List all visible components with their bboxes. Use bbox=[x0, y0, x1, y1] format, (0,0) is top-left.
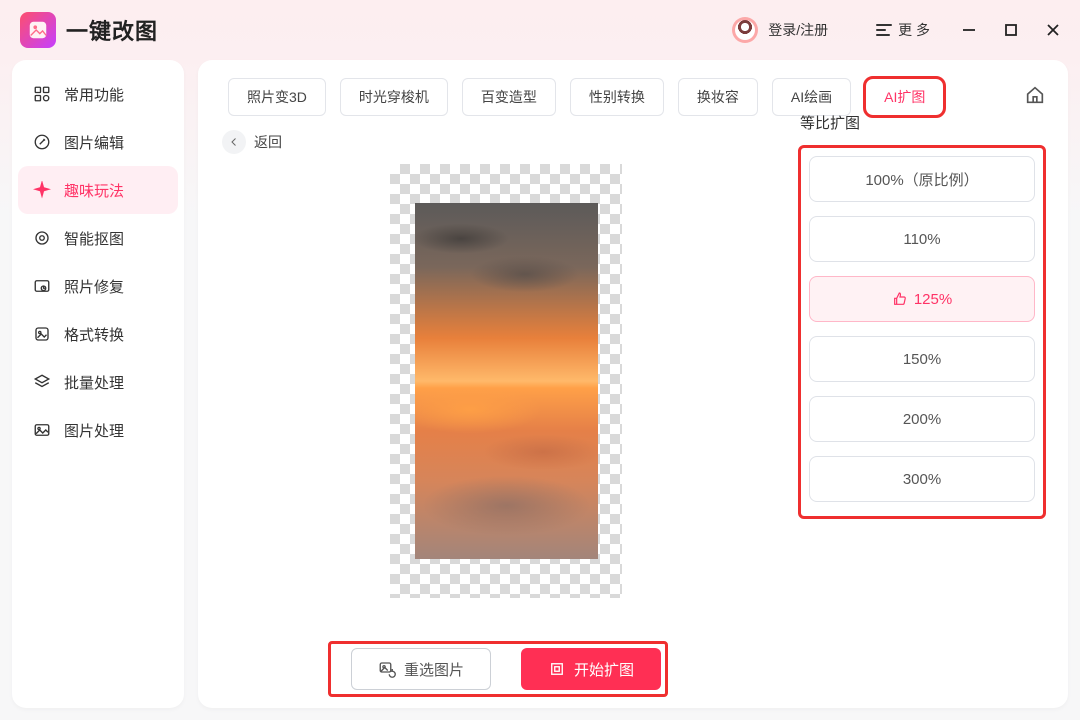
back-button[interactable] bbox=[222, 130, 246, 154]
home-icon bbox=[1024, 84, 1046, 106]
scale-option-label: 125% bbox=[914, 291, 952, 308]
maximize-icon bbox=[1004, 23, 1018, 37]
start-expand-button[interactable]: 开始扩图 bbox=[521, 648, 661, 690]
title-bar: 一键改图 登录/注册 更 多 bbox=[0, 0, 1080, 60]
image-icon bbox=[32, 421, 52, 439]
window-close-button[interactable] bbox=[1032, 10, 1074, 50]
sidebar-item-label: 批量处理 bbox=[64, 372, 124, 393]
target-icon bbox=[32, 229, 52, 247]
tab-photo3d[interactable]: 照片变3D bbox=[228, 78, 326, 116]
image-reload-icon bbox=[378, 660, 396, 678]
sidebar-item-batch[interactable]: 批量处理 bbox=[18, 358, 178, 406]
scale-option-125[interactable]: 125% bbox=[809, 276, 1035, 322]
sidebar-item-common[interactable]: 常用功能 bbox=[18, 70, 178, 118]
scale-option-300[interactable]: 300% bbox=[809, 456, 1035, 502]
scale-option-110[interactable]: 110% bbox=[809, 216, 1035, 262]
edit-icon bbox=[32, 133, 52, 151]
more-button[interactable]: 更 多 bbox=[868, 14, 938, 46]
layers-icon bbox=[32, 373, 52, 391]
convert-icon bbox=[32, 325, 52, 343]
sidebar-item-label: 图片处理 bbox=[64, 420, 124, 441]
thumbs-up-icon bbox=[892, 291, 908, 307]
sidebar-item-label: 常用功能 bbox=[64, 84, 124, 105]
menu-icon bbox=[876, 24, 892, 36]
grid-icon bbox=[32, 85, 52, 103]
expand-icon bbox=[548, 660, 566, 678]
tab-genderswap[interactable]: 性别转换 bbox=[570, 78, 664, 116]
sidebar-item-convert[interactable]: 格式转换 bbox=[18, 310, 178, 358]
sidebar-item-process[interactable]: 图片处理 bbox=[18, 406, 178, 454]
sidebar-item-label: 格式转换 bbox=[64, 324, 124, 345]
tab-makeup[interactable]: 换妆容 bbox=[678, 78, 758, 116]
minimize-icon bbox=[962, 23, 976, 37]
sidebar-item-label: 图片编辑 bbox=[64, 132, 124, 153]
app-logo-icon bbox=[27, 19, 49, 41]
avatar-icon bbox=[732, 17, 758, 43]
scale-title: 等比扩图 bbox=[800, 112, 1046, 133]
app-title: 一键改图 bbox=[66, 14, 158, 46]
sidebar-item-fun[interactable]: 趣味玩法 bbox=[18, 166, 178, 214]
sparkle-icon bbox=[32, 181, 52, 199]
tab-styles[interactable]: 百变造型 bbox=[462, 78, 556, 116]
scale-option-100[interactable]: 100%（原比例） bbox=[809, 156, 1035, 202]
scale-options-panel: 100%（原比例） 110% 125% 150% 200% 300% bbox=[798, 145, 1046, 519]
canvas-column: 重选图片 开始扩图 bbox=[220, 154, 792, 690]
tab-timemachine[interactable]: 时光穿梭机 bbox=[340, 78, 448, 116]
sidebar-item-label: 趣味玩法 bbox=[64, 180, 124, 201]
preview-image bbox=[415, 203, 598, 559]
home-button[interactable] bbox=[1024, 84, 1046, 111]
tab-aipaint[interactable]: AI绘画 bbox=[772, 78, 851, 116]
reselect-label: 重选图片 bbox=[404, 659, 464, 680]
login-label: 登录/注册 bbox=[768, 20, 828, 40]
back-label: 返回 bbox=[254, 132, 282, 152]
start-label: 开始扩图 bbox=[574, 659, 634, 680]
reselect-button[interactable]: 重选图片 bbox=[351, 648, 491, 690]
window-maximize-button[interactable] bbox=[990, 10, 1032, 50]
bottom-actions: 重选图片 开始扩图 bbox=[351, 648, 661, 690]
scale-option-150[interactable]: 150% bbox=[809, 336, 1035, 382]
close-icon bbox=[1046, 23, 1060, 37]
sidebar-item-cutout[interactable]: 智能抠图 bbox=[18, 214, 178, 262]
scale-option-200[interactable]: 200% bbox=[809, 396, 1035, 442]
restore-icon bbox=[32, 277, 52, 295]
sidebar-item-label: 智能抠图 bbox=[64, 228, 124, 249]
canvas-area bbox=[390, 164, 622, 598]
scale-column: 等比扩图 100%（原比例） 110% 125% 150% 200% 300% bbox=[792, 112, 1046, 690]
more-label: 更 多 bbox=[898, 20, 930, 40]
sidebar-item-label: 照片修复 bbox=[64, 276, 124, 297]
sidebar-item-edit[interactable]: 图片编辑 bbox=[18, 118, 178, 166]
content-panel: 照片变3D 时光穿梭机 百变造型 性别转换 换妆容 AI绘画 AI扩图 返回 bbox=[198, 60, 1068, 708]
app-logo bbox=[20, 12, 56, 48]
login-button[interactable]: 登录/注册 bbox=[732, 17, 828, 43]
chevron-left-icon bbox=[228, 136, 240, 148]
tab-aiexpand[interactable]: AI扩图 bbox=[865, 78, 944, 116]
sidebar: 常用功能 图片编辑 趣味玩法 智能抠图 照片修复 格式转换 批量处理 图片处理 bbox=[12, 60, 184, 708]
window-minimize-button[interactable] bbox=[948, 10, 990, 50]
sidebar-item-restore[interactable]: 照片修复 bbox=[18, 262, 178, 310]
